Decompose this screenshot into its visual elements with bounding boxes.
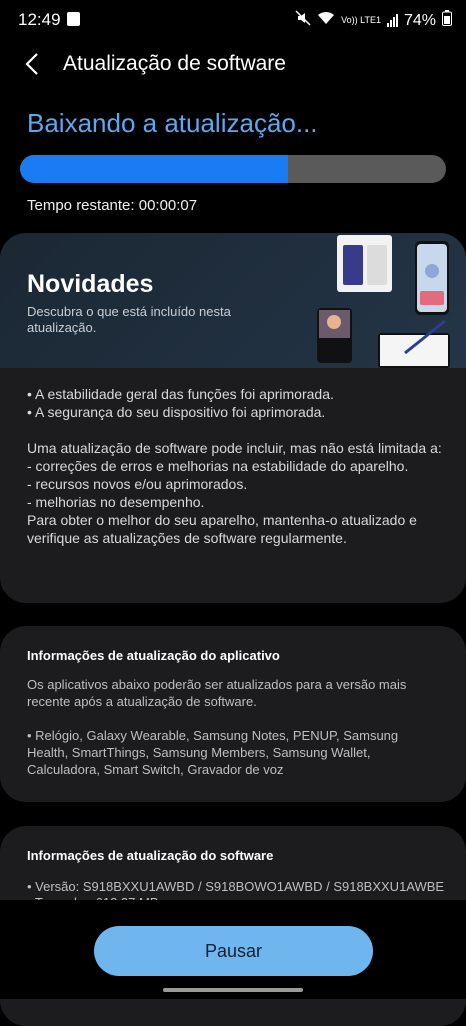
app-update-info-card: Informações de atualização do aplicativo…	[0, 626, 466, 802]
wifi-icon	[317, 11, 335, 30]
time-remaining: Tempo restante: 00:00:07	[27, 197, 198, 214]
download-status: Baixando a atualização...	[27, 108, 318, 138]
pause-button[interactable]: Pausar	[94, 926, 373, 976]
app-update-description: Os aplicativos abaixo poderão ser atuali…	[27, 677, 407, 709]
navigation-handle[interactable]	[163, 988, 303, 992]
notification-app-icon	[67, 12, 80, 26]
software-version: • Versão: S918BXXU1AWBD / S918BOWO1AWBD …	[27, 879, 445, 894]
volte-icon: Vo)) LTE1	[341, 15, 381, 25]
battery-percent: 74%	[403, 11, 436, 29]
whats-new-card: Novidades Descubra o que está incluído n…	[0, 233, 466, 603]
whats-new-title: Novidades	[27, 270, 154, 298]
status-time: 12:49	[18, 10, 61, 29]
app-update-heading: Informações de atualização do aplicativo	[27, 648, 280, 663]
signal-icon	[386, 14, 398, 27]
app-update-list: • Relógio, Galaxy Wearable, Samsung Note…	[27, 728, 399, 777]
whats-new-subtitle: Descubra o que está incluído nesta atual…	[27, 304, 231, 335]
progress-bar	[20, 155, 446, 183]
devices-illustration	[317, 235, 450, 368]
battery-icon	[442, 10, 452, 31]
mute-icon	[295, 10, 311, 31]
status-bar: 12:49 Vo)) LTE1 74%	[0, 0, 466, 40]
progress-fill	[20, 155, 289, 183]
back-button[interactable]	[18, 50, 46, 78]
whats-new-banner: Novidades Descubra o que está incluído n…	[0, 233, 466, 368]
whats-new-body: • A estabilidade geral das funções foi a…	[27, 386, 442, 546]
software-update-heading: Informações de atualização do software	[27, 848, 274, 863]
page-title: Atualização de software	[63, 52, 286, 75]
back-arrow-icon	[25, 53, 38, 75]
status-indicators: Vo)) LTE1 74%	[295, 10, 452, 31]
app-header: Atualização de software	[0, 40, 466, 92]
